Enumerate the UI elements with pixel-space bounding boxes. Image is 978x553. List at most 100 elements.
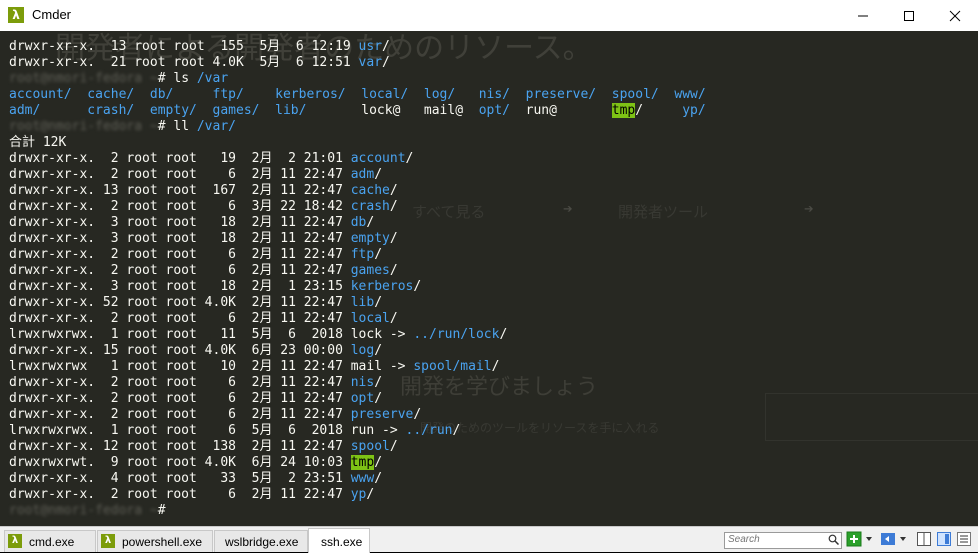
terminal-line: lrwxrwxrwx. 1 root root 11 5月 6 2018 loc… [9,327,706,343]
new-console-dropdown[interactable] [864,531,874,547]
terminal-line: drwxr-xr-x. 13 root root 155 5月 6 12:19 … [9,39,706,55]
directory-name: crash/ [87,103,135,118]
terminal-text: / [374,455,383,470]
tab-powershell[interactable]: λ powershell.exe [97,530,213,552]
directory-name: ../run [405,423,453,438]
terminal-line: root@nmori-fedora ~# [9,503,706,519]
terminal-text: drwxr-xr-x. 3 root root 18 2月 1 23:15 [9,279,351,294]
split-view-icon [917,532,931,546]
terminal-text: lrwxrwxrwx 1 root root 10 2月 11 22:47 ma… [9,359,414,374]
redacted-prompt: ~ [149,503,158,518]
terminal-text: / [382,39,390,54]
terminal-text: # ll [157,119,197,134]
terminal-line: drwxr-xr-x. 2 root root 6 2月 11 22:47 pr… [9,407,706,423]
terminal-text: / [452,423,461,438]
directory-name: db/ [149,87,174,102]
terminal-text: / [374,247,383,262]
terminal-text: / [389,311,398,326]
terminal-text: drwxr-xr-x. 3 root root 18 2月 11 22:47 [9,215,351,230]
directory-name: spool [350,439,390,454]
directory-name: games [350,263,390,278]
panel-view-icon [937,532,951,546]
redacted-prompt: ~ [149,71,158,86]
terminal-text: / [389,183,398,198]
terminal-text: lrwxrwxrwx. 1 root root 11 5月 6 2018 loc… [9,327,414,342]
directory-name: account/ [9,87,72,102]
terminal-line: root@nmori-fedora ~# ll /var/ [9,119,706,135]
terminal-line: drwxr-xr-x. 2 root root 6 3月 22 18:42 cr… [9,199,706,215]
terminal-text: drwxr-xr-x. 2 root root 6 2月 11 22:47 [9,391,351,406]
sticky-directory-name: tmp [611,103,636,118]
directory-name: yp [350,487,367,502]
terminal-text: # [157,503,174,518]
directory-name: ftp [350,247,375,262]
terminal-text: / [374,375,383,390]
terminal-line: drwxr-xr-x. 3 root root 18 2月 1 23:15 ke… [9,279,706,295]
directory-name: ftp/ [212,87,244,102]
hamburger-icon [957,532,971,546]
terminal-text: / [413,407,422,422]
directory-name: empty/ [149,103,197,118]
terminal-text: / [389,263,398,278]
terminal-lines: drwxr-xr-x. 13 root root 155 5月 6 12:19 … [9,39,706,519]
terminal-text: drwxr-xr-x. 12 root root 138 2月 11 22:47 [9,439,351,454]
close-button[interactable] [932,0,978,31]
close-icon [949,10,961,22]
terminal-line: drwxr-xr-x. 2 root root 6 2月 11 22:47 ni… [9,375,706,391]
tab-cmd[interactable]: λ cmd.exe [4,530,96,552]
tab-ssh[interactable]: ssh.exe [308,528,370,553]
directory-name: www [350,471,375,486]
terminal-line: drwxr-xr-x. 2 root root 6 2月 11 22:47 ft… [9,247,706,263]
directory-name: var [358,55,383,70]
search-placeholder: Search [728,534,760,545]
directory-name: log/ [423,87,456,102]
terminal-text: drwxr-xr-x. 52 root root 4.0K 2月 11 22:4… [9,295,351,310]
directory-name: nis [350,375,375,390]
terminal-line: lrwxrwxrwx. 1 root root 6 5月 6 2018 run … [9,423,706,439]
switch-console-button[interactable] [880,531,896,547]
terminal-text: / [366,487,375,502]
terminal-text: / [374,295,383,310]
tab-label: powershell.exe [122,535,203,549]
lambda-icon: λ [8,7,24,23]
search-input[interactable]: Search [724,532,842,549]
minimize-icon [858,15,868,17]
title-bar[interactable]: λ Cmder [0,0,978,32]
directory-name: /var/ [196,119,236,134]
directory-name: account [350,151,406,166]
split-view-button[interactable] [916,531,932,547]
terminal-text: / [405,151,414,166]
directory-name: adm [350,167,375,182]
terminal-line: drwxrwxrwt. 9 root root 4.0K 6月 24 10:03… [9,455,706,471]
panel-view-button[interactable] [936,531,952,547]
tab-wslbridge[interactable]: wslbridge.exe [214,530,308,552]
terminal-output[interactable]: 開発者による開発者のためのリソース。 開発を学びましょう すべて見る 開発者ツー… [0,31,978,526]
directory-name: games/ [212,103,260,118]
maximize-button[interactable] [886,0,932,31]
window-title: Cmder [32,7,72,22]
terminal-line: drwxr-xr-x. 15 root root 4.0K 6月 23 00:0… [9,343,706,359]
terminal-line: adm/ crash/ empty/ games/ lib/ lock@ mai… [9,103,706,119]
lambda-icon: λ [101,534,115,548]
terminal-text: drwxrwxrwt. 9 root root 4.0K 6月 24 10:03 [9,455,351,470]
menu-button[interactable] [956,531,972,547]
minimize-button[interactable] [840,0,886,31]
redacted-prompt: root@nmori-fedora [9,503,150,518]
tab-label: cmd.exe [29,535,75,549]
terminal-text: 合計 12K [9,135,67,150]
terminal-text: drwxr-xr-x. 2 root root 6 2月 11 22:47 [9,487,351,502]
terminal-text: drwxr-xr-x. 2 root root 6 2月 11 22:47 [9,311,351,326]
tab-label: ssh.exe [321,535,363,549]
switch-console-dropdown[interactable] [898,531,908,547]
new-console-button[interactable] [846,531,862,547]
terminal-text: drwxr-xr-x. 2 root root 6 3月 22 18:42 [9,199,351,214]
